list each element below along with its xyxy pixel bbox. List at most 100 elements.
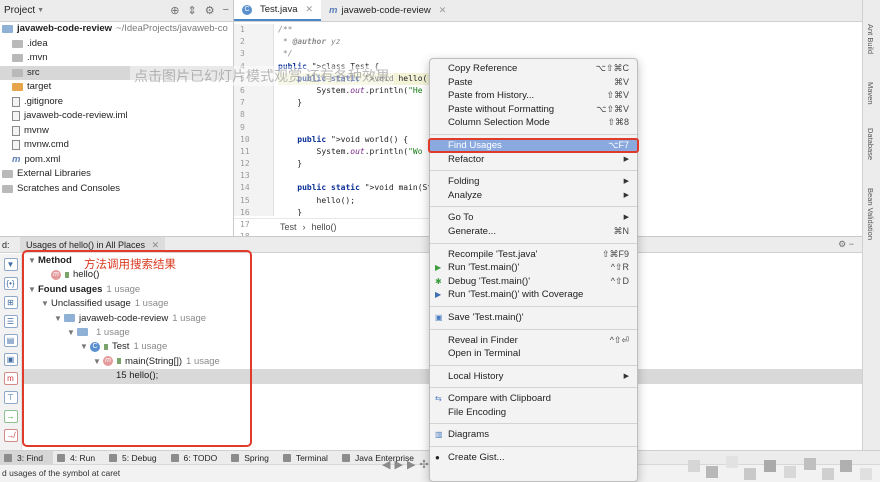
menu-item-run-test-main-with-coverage[interactable]: ▶ Run 'Test.main()' with Coverage bbox=[430, 288, 637, 302]
menu-item-open-in-terminal[interactable]: Open in Terminal bbox=[430, 347, 637, 361]
menu-item-recompile-test-java[interactable]: Recompile 'Test.java' ⇧⌘F9 bbox=[430, 248, 637, 262]
menu-item-generate[interactable]: Generate... ⌘N bbox=[430, 225, 637, 239]
prev-icon[interactable]: ◀ bbox=[382, 458, 390, 471]
folder-icon bbox=[12, 54, 23, 63]
project-tree-item[interactable]: .idea bbox=[0, 37, 233, 52]
menu-item-create-gist[interactable]: ● Create Gist... bbox=[430, 451, 637, 465]
code-line: } bbox=[278, 98, 303, 108]
project-tree-item[interactable]: javaweb-code-review.iml bbox=[0, 109, 233, 124]
project-tree-item[interactable]: mvnw bbox=[0, 124, 233, 139]
gear-icon[interactable]: ⚙ − bbox=[838, 239, 854, 250]
project-tree-item[interactable]: mvnw.cmd bbox=[0, 138, 233, 153]
close-icon[interactable]: ✕ bbox=[439, 5, 447, 16]
import-icon[interactable]: → bbox=[3, 410, 18, 423]
maven-tab[interactable]: Maven bbox=[866, 82, 875, 105]
menu-item-file-encoding[interactable]: File Encoding bbox=[430, 406, 637, 420]
close-icon[interactable]: ✕ bbox=[152, 240, 160, 250]
menu-item-diagrams[interactable]: ▥ Diagrams bbox=[430, 428, 637, 442]
tab-test-java[interactable]: C Test.java ✕ bbox=[234, 0, 322, 21]
project-tree-item[interactable]: m pom.xml bbox=[0, 153, 233, 168]
breadcrumb-method[interactable]: hello() bbox=[312, 222, 337, 232]
bottom-tab-3-find[interactable]: 3: Find bbox=[0, 450, 53, 465]
package-group-icon[interactable]: ▤ bbox=[3, 334, 18, 347]
submenu-arrow-icon: ▶ bbox=[623, 155, 629, 163]
bean-validation-tab[interactable]: Bean Validation bbox=[866, 188, 875, 240]
menu-item-run-test-main[interactable]: ▶ Run 'Test.main()' ^⇧R bbox=[430, 261, 637, 275]
menu-item-save-test-main[interactable]: ▣ Save 'Test.main()' bbox=[430, 311, 637, 325]
menu-separator bbox=[430, 305, 637, 307]
scratch-icon bbox=[2, 184, 13, 193]
hide-icon[interactable]: − bbox=[223, 4, 229, 17]
project-tree-item[interactable]: Scratches and Consoles bbox=[0, 182, 233, 197]
code-area[interactable]: /** * @author yz */public ">class Test {… bbox=[278, 24, 448, 216]
filter-icon[interactable]: ▼ bbox=[3, 258, 18, 271]
menu-separator bbox=[430, 364, 637, 366]
module-group-icon[interactable]: ☰ bbox=[3, 315, 18, 328]
menu-item-column-selection-mode[interactable]: Column Selection Mode ⇧⌘8 bbox=[430, 116, 637, 130]
coverage-icon: ▶ bbox=[435, 290, 442, 300]
file-icon bbox=[12, 96, 20, 107]
database-tab[interactable]: Database bbox=[866, 128, 875, 160]
menu-item-paste-from-history[interactable]: Paste from History... ⇧⌘V bbox=[430, 89, 637, 103]
chevron-down-icon[interactable]: ▼ bbox=[37, 7, 44, 14]
ant-build-tab[interactable]: Ant Build bbox=[866, 24, 875, 54]
file-group-icon[interactable]: ▣ bbox=[3, 353, 18, 366]
submenu-arrow-icon: ▶ bbox=[623, 372, 629, 380]
bottom-tab-6-todo[interactable]: 6: TODO bbox=[167, 453, 228, 463]
bottom-tab-5-debug[interactable]: 5: Debug bbox=[105, 453, 167, 463]
next-icon[interactable]: ▶ bbox=[407, 458, 415, 471]
mosaic-blur bbox=[660, 446, 880, 482]
menu-item-folding[interactable]: Folding ▶ bbox=[430, 175, 637, 189]
close-icon[interactable]: ✕ bbox=[306, 4, 314, 15]
bottom-tab-spring[interactable]: Spring bbox=[227, 453, 279, 463]
exclude-icon[interactable]: ↛ bbox=[3, 429, 18, 442]
menu-item-label: File Encoding bbox=[448, 406, 507, 418]
project-tree-item[interactable]: External Libraries bbox=[0, 167, 233, 182]
project-tree-item[interactable]: .gitignore bbox=[0, 95, 233, 110]
menu-item-compare-with-clipboard[interactable]: ⇆ Compare with Clipboard bbox=[430, 392, 637, 406]
project-pane-title[interactable]: Project bbox=[4, 5, 35, 16]
menu-item-label: Open in Terminal bbox=[448, 348, 521, 360]
merge-icon[interactable]: ⊤ bbox=[3, 391, 18, 404]
gear-icon[interactable]: ⚙ bbox=[205, 4, 215, 17]
project-tree-item[interactable]: javaweb-code-review ~/IdeaProjects/javawe… bbox=[0, 22, 233, 37]
menu-item-analyze[interactable]: Analyze ▶ bbox=[430, 189, 637, 203]
menu-item-paste-without-formatting[interactable]: Paste without Formatting ⌥⇧⌘V bbox=[430, 103, 637, 117]
menu-item-label: Paste from History... bbox=[448, 90, 535, 102]
menu-item-go-to[interactable]: Go To ▶ bbox=[430, 211, 637, 225]
bottom-tab-label: Spring bbox=[244, 452, 269, 463]
group-icon[interactable]: {•} bbox=[3, 277, 18, 290]
compare-icon: ⇆ bbox=[435, 394, 442, 404]
menu-item-local-history[interactable]: Local History ▶ bbox=[430, 370, 637, 384]
method-group-icon[interactable]: m bbox=[3, 372, 18, 385]
menu-item-refactor[interactable]: Refactor ▶ bbox=[430, 153, 637, 167]
tool-window-icon bbox=[109, 453, 118, 462]
tab-pom[interactable]: m javaweb-code-review ✕ bbox=[321, 0, 454, 21]
collapse-icon[interactable]: ⇕ bbox=[187, 4, 196, 17]
menu-item-label: Folding bbox=[448, 176, 480, 188]
folder-icon bbox=[12, 68, 23, 77]
line-number: 7 bbox=[240, 98, 245, 108]
bottom-tab-terminal[interactable]: Terminal bbox=[279, 453, 338, 463]
editor-tabs: C Test.java ✕ m javaweb-code-review ✕ bbox=[234, 0, 862, 22]
project-item-label: mvnw bbox=[24, 124, 49, 136]
locate-icon[interactable]: ⊕ bbox=[170, 4, 179, 17]
excluded-folder-icon bbox=[12, 83, 23, 92]
tool-window-icon bbox=[57, 453, 65, 462]
menu-item-shortcut: ⌘N bbox=[613, 225, 630, 236]
bottom-tab-4-run[interactable]: 4: Run bbox=[53, 453, 105, 463]
project-tree-item[interactable]: .mvn bbox=[0, 51, 233, 66]
play-icon[interactable]: ▶ bbox=[394, 458, 402, 471]
move-icon[interactable]: ✣ bbox=[419, 458, 428, 471]
code-line: /** bbox=[278, 25, 293, 34]
menu-item-paste[interactable]: Paste ⌘V bbox=[430, 76, 637, 90]
right-tool-strip: Ant Build Maven Database Bean Validation bbox=[862, 0, 880, 450]
breadcrumb-class[interactable]: Test bbox=[280, 222, 297, 232]
bottom-tab-label: 5: Debug bbox=[122, 452, 157, 463]
menu-item-copy-reference[interactable]: Copy Reference ⌥⇧⌘C bbox=[430, 62, 637, 76]
menu-item-debug-test-main[interactable]: ✱ Debug 'Test.main()' ^⇧D bbox=[430, 275, 637, 289]
menu-item-reveal-in-finder[interactable]: Reveal in Finder ^⇧⏎ bbox=[430, 334, 637, 348]
menu-separator bbox=[430, 133, 637, 135]
expand-icon[interactable]: ⊞ bbox=[3, 296, 18, 309]
